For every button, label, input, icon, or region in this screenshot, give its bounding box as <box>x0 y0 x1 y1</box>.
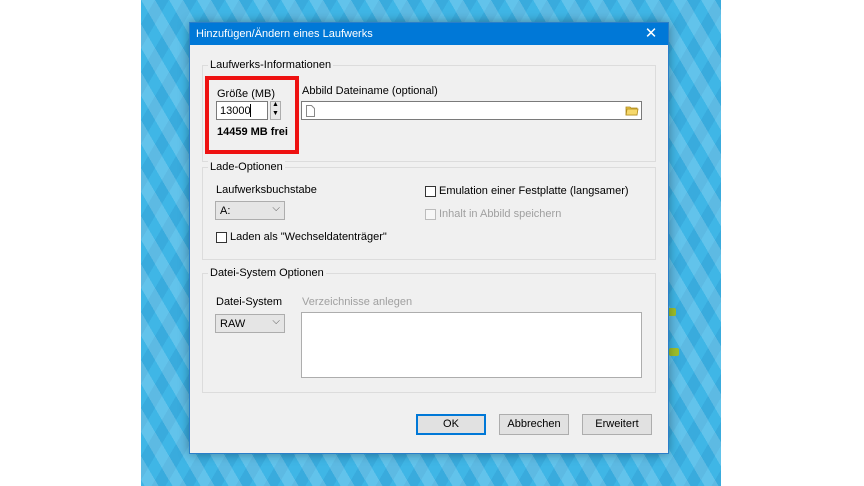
fs-options-legend: Datei-System Optionen <box>208 267 326 279</box>
store-in-image-label: Inhalt in Abbild speichern <box>439 208 562 220</box>
image-filename-input[interactable] <box>301 101 642 120</box>
fs-label: Datei-System <box>216 296 283 308</box>
cancel-button[interactable]: Abbrechen <box>499 414 569 435</box>
load-options-legend: Lade-Optionen <box>208 161 285 173</box>
drive-letter-value: A: <box>220 205 231 217</box>
title-bar: Hinzufügen/Ändern eines Laufwerks ✕ <box>190 23 668 45</box>
chevron-down-icon: ⌵ <box>272 203 280 214</box>
emulation-checkbox[interactable] <box>425 186 436 197</box>
advanced-button[interactable]: Erweitert <box>582 414 652 435</box>
drive-info-legend: Laufwerks-Informationen <box>208 59 334 71</box>
drive-letter-select[interactable]: A: ⌵ <box>215 201 285 220</box>
store-in-image-checkbox[interactable] <box>425 209 436 220</box>
file-icon <box>306 105 315 117</box>
image-filename-label: Abbild Dateiname (optional) <box>302 85 438 97</box>
ok-button[interactable]: OK <box>416 414 486 435</box>
removable-label: Laden als "Wechseldatenträger" <box>230 231 387 243</box>
create-dirs-label: Verzeichnisse anlegen <box>302 296 413 308</box>
dialog-title: Hinzufügen/Ändern eines Laufwerks <box>196 28 373 40</box>
removable-checkbox[interactable] <box>216 232 227 243</box>
add-change-drive-dialog: Hinzufügen/Ändern eines Laufwerks ✕ Lauf… <box>189 22 669 454</box>
highlight-box <box>205 76 299 154</box>
fs-value: RAW <box>220 318 246 330</box>
close-icon[interactable]: ✕ <box>640 24 662 44</box>
chevron-down-icon: ⌵ <box>272 316 280 327</box>
drive-letter-label: Laufwerksbuchstabe <box>216 184 317 196</box>
folder-icon[interactable] <box>625 104 639 117</box>
create-dirs-textarea[interactable] <box>301 312 642 378</box>
fs-select[interactable]: RAW ⌵ <box>215 314 285 333</box>
emulation-label: Emulation einer Festplatte (langsamer) <box>439 185 629 197</box>
desktop-leaf-decoration <box>669 348 679 356</box>
